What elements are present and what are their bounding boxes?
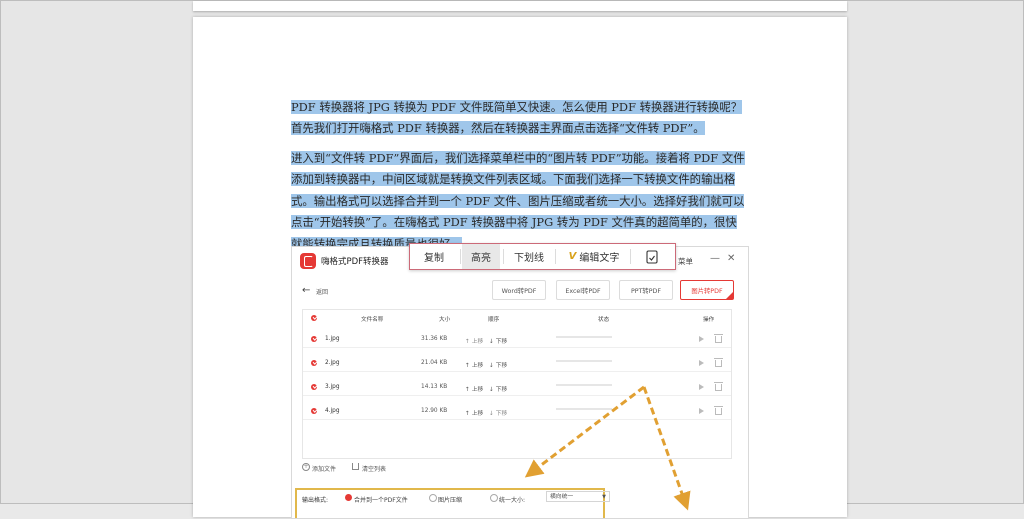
- highlight-button[interactable]: 高亮: [462, 244, 500, 269]
- text-recognition-icon: [646, 249, 658, 264]
- paragraph-1[interactable]: PDF 转换器将 JPG 转换为 PDF 文件既简单又快速。怎么使用 PDF 转…: [291, 97, 747, 140]
- edit-text-button[interactable]: V 编辑文字: [558, 244, 630, 269]
- separator: [630, 249, 631, 264]
- separator: [503, 249, 504, 264]
- underline-button[interactable]: 下划线: [506, 244, 552, 269]
- separator: [555, 249, 556, 264]
- edit-text-label: 编辑文字: [579, 253, 620, 264]
- selected-text-1[interactable]: PDF 转换器将 JPG 转换为 PDF 文件既简单又快速。怎么使用 PDF 转…: [291, 100, 743, 136]
- selection-popup-toolbar: 复制 高亮 下划线 V 编辑文字: [409, 243, 676, 270]
- selected-text-2[interactable]: 进入到“文件转 PDF”界面后，我们选择菜单栏中的“图片转 PDF”功能。接着将…: [291, 151, 745, 251]
- copy-button[interactable]: 复制: [410, 244, 458, 269]
- text-recognition-button[interactable]: [632, 244, 672, 269]
- annotation-arrows: [524, 385, 691, 511]
- embedded-app-screenshot: 嗨格式PDF转换器 菜单 — ✕ ← 返回 Word转PDF Excel转PDF…: [291, 246, 749, 519]
- arrow-left: [524, 385, 645, 478]
- previous-page: [193, 1, 847, 11]
- vip-icon: V: [568, 251, 577, 262]
- paragraph-2[interactable]: 进入到“文件转 PDF”界面后，我们选择菜单栏中的“图片转 PDF”功能。接着将…: [291, 148, 747, 255]
- arrow-right: [642, 386, 691, 511]
- separator: [460, 249, 461, 264]
